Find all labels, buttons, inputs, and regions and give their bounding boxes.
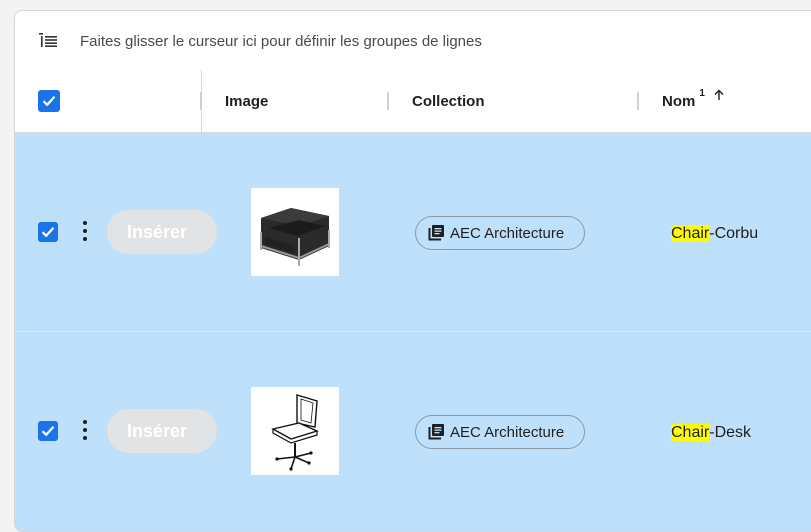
row-select-checkbox[interactable] (38, 421, 58, 441)
arrow-up-icon[interactable] (713, 89, 725, 101)
name-cell: Chair-Corbu (671, 225, 758, 243)
row-group-panel[interactable]: Faites glisser le curseur ici pour défin… (15, 11, 811, 71)
column-resize-handle[interactable] (637, 92, 639, 110)
group-panel-placeholder: Faites glisser le curseur ici pour défin… (80, 33, 482, 50)
more-vertical-icon[interactable] (81, 221, 89, 241)
insert-button[interactable]: Insérer (107, 409, 217, 453)
thumbnail-armchair (251, 188, 339, 276)
table-row[interactable]: Insérer AEC Architecture Chair-Corbu (15, 133, 811, 332)
insert-button[interactable]: Insérer (107, 210, 217, 254)
column-header-image[interactable]: Image (225, 70, 268, 132)
data-grid: Faites glisser le curseur ici pour défin… (14, 10, 811, 532)
select-all-checkbox[interactable] (38, 90, 60, 112)
check-icon (42, 96, 56, 107)
column-resize-handle[interactable] (200, 92, 202, 110)
list-indent-icon (39, 33, 57, 47)
name-rest: -Desk (709, 424, 752, 441)
column-header-label: Collection (412, 92, 485, 110)
column-header-collection[interactable]: Collection (412, 70, 485, 132)
row-select-checkbox[interactable] (38, 222, 58, 242)
search-highlight: Chair (671, 424, 710, 441)
collection-chip[interactable]: AEC Architecture (415, 216, 585, 250)
sort-order-index: 1 (699, 87, 705, 99)
check-icon (41, 426, 55, 437)
search-highlight: Chair (671, 225, 710, 242)
table-row[interactable]: Insérer AEC Architecture Chair-Desk (15, 332, 811, 531)
column-header-label: Image (225, 92, 269, 110)
library-books-icon (428, 225, 444, 241)
thumbnail-desk-chair (251, 387, 339, 475)
grid-header: Image Collection Nom 1 (15, 70, 811, 133)
column-header-label: Nom (662, 92, 696, 110)
collection-label: AEC Architecture (450, 224, 565, 242)
more-vertical-icon[interactable] (81, 420, 89, 440)
column-resize-handle[interactable] (387, 92, 389, 110)
collection-label: AEC Architecture (450, 423, 565, 441)
column-header-nom[interactable]: Nom 1 (662, 70, 725, 132)
name-cell: Chair-Desk (671, 424, 751, 442)
desk-chair-image (271, 394, 319, 471)
collection-chip[interactable]: AEC Architecture (415, 415, 585, 449)
library-books-icon (428, 424, 444, 440)
armchair-image (260, 208, 330, 266)
check-icon (41, 227, 55, 238)
name-rest: -Corbu (709, 225, 759, 242)
